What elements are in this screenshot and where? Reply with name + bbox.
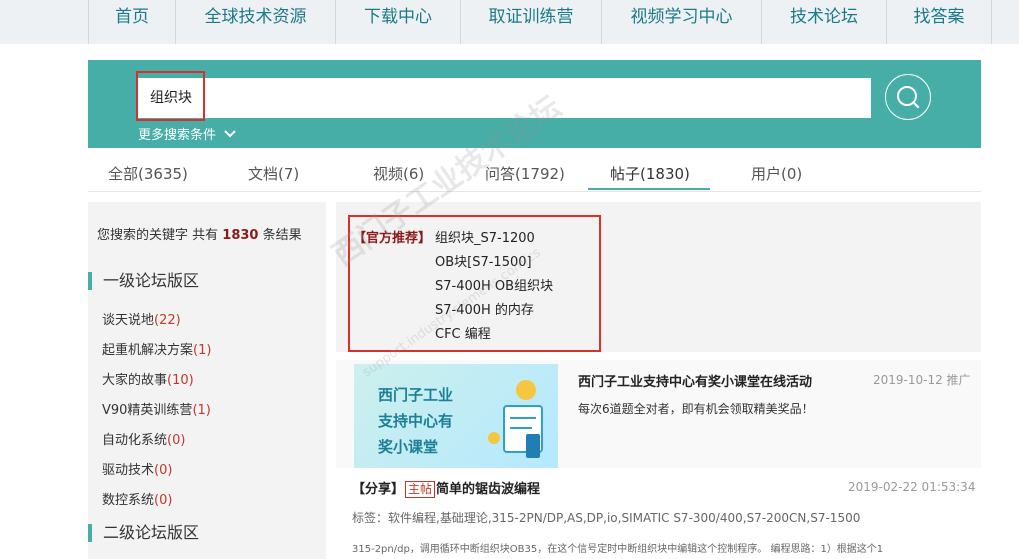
promo-image-text: 奖小课堂 <box>378 438 439 456</box>
sidebar: 您搜索的关键字 共有 1830 条结果 一级论坛版区 谈天说地(22) 起重机解… <box>88 202 326 559</box>
forum-name: 数控系统 <box>102 493 155 508</box>
nav-divider <box>991 0 992 44</box>
forum-count: (22) <box>154 313 181 328</box>
top-navigation: 首页 全球技术资源 下载中心 取证训练营 视频学习中心 技术论坛 找答案 <box>0 0 1019 44</box>
search-input[interactable] <box>138 78 871 118</box>
forum-count: (1) <box>193 343 212 358</box>
forum-name: V90精英训练营 <box>102 403 193 418</box>
forum-count: (0) <box>167 433 186 448</box>
post-title-text: 简单的锯齿波编程 <box>436 482 541 497</box>
post-badge: 主帖 <box>405 481 436 498</box>
nav-item-global-resources[interactable]: 全球技术资源 <box>176 0 335 44</box>
forum-count: (0) <box>154 493 173 508</box>
forum-item[interactable]: 数控系统(0) <box>102 489 172 508</box>
more-conditions-label: 更多搜索条件 <box>138 128 217 143</box>
nav-item-answers[interactable]: 找答案 <box>887 0 991 44</box>
forum-name: 谈天说地 <box>102 313 155 328</box>
post-date: 2019-02-22 01:53:34 <box>848 480 976 494</box>
post-prefix: 【分享】 <box>352 482 405 497</box>
tab-all[interactable]: 全部(3635) <box>108 163 188 184</box>
post-title[interactable]: 【分享】 主帖 简单的锯齿波编程 <box>352 478 540 498</box>
search-highlight-box <box>136 71 205 121</box>
summary-suffix: 条结果 <box>262 228 302 243</box>
section-title-level1: 一级论坛版区 <box>88 272 199 290</box>
promo-item: 西门子工业 支持中心有 奖小课堂 西门子工业支持中心有奖小课堂在线活动 2019… <box>336 360 981 468</box>
promo-description: 每次6道题全对者，即有机会领取精美奖品！ <box>578 402 814 416</box>
promo-illustration <box>488 380 543 458</box>
search-icon <box>897 86 920 109</box>
nav-item-forum[interactable]: 技术论坛 <box>762 0 886 44</box>
post-snippet: 315-2pn/dp，调用循环中断组织块OB35，在这个信号定时中断组织块中编辑… <box>352 544 884 555</box>
forum-name: 起重机解决方案 <box>102 343 194 358</box>
summary-prefix: 您搜索的关键字 共有 <box>97 228 219 243</box>
tab-users[interactable]: 用户(0) <box>751 163 802 184</box>
chevron-down-icon <box>224 130 236 138</box>
more-search-conditions[interactable]: 更多搜索条件 <box>138 124 237 143</box>
forum-count: (10) <box>167 373 194 388</box>
section-title-level2: 二级论坛版区 <box>88 524 199 542</box>
nav-item-training[interactable]: 取证训练营 <box>461 0 601 44</box>
forum-name: 大家的故事 <box>102 373 168 388</box>
nav-item-home[interactable]: 首页 <box>89 0 175 44</box>
promo-title[interactable]: 西门子工业支持中心有奖小课堂在线活动 <box>578 371 812 390</box>
promo-image-text: 西门子工业 <box>378 386 454 404</box>
promo-image-text: 支持中心有 <box>378 412 454 430</box>
forum-item[interactable]: 大家的故事(10) <box>102 369 194 388</box>
result-tabs: 全部(3635) 文档(7) 视频(6) 问答(1792) 帖子(1830) 用… <box>88 150 981 192</box>
tab-posts[interactable]: 帖子(1830) <box>610 163 690 184</box>
forum-item[interactable]: 驱动技术(0) <box>102 459 172 478</box>
nav-item-download[interactable]: 下载中心 <box>336 0 460 44</box>
post-tags: 标签：软件编程,基础理论,315-2PN/DP,AS,DP,io,SIMATIC… <box>352 511 861 525</box>
nav-item-video[interactable]: 视频学习中心 <box>602 0 761 44</box>
active-tab-indicator <box>588 188 710 190</box>
promo-banner-image[interactable]: 西门子工业 支持中心有 奖小课堂 <box>354 364 558 468</box>
forum-name: 驱动技术 <box>102 463 155 478</box>
forum-item[interactable]: 自动化系统(0) <box>102 429 185 448</box>
forum-count: (0) <box>154 463 173 478</box>
tab-qa[interactable]: 问答(1792) <box>485 163 565 184</box>
tab-documents[interactable]: 文档(7) <box>248 163 299 184</box>
promo-date: 2019-10-12 推广 <box>873 373 971 387</box>
forum-count: (1) <box>192 403 211 418</box>
forum-item[interactable]: 起重机解决方案(1) <box>102 339 211 358</box>
recommend-highlight-box <box>348 215 601 352</box>
forum-item[interactable]: 谈天说地(22) <box>102 309 181 328</box>
forum-item[interactable]: V90精英训练营(1) <box>102 399 211 418</box>
result-summary: 您搜索的关键字 共有 1830 条结果 <box>97 224 302 243</box>
tab-videos[interactable]: 视频(6) <box>373 163 424 184</box>
search-band: 更多搜索条件 <box>88 60 981 148</box>
summary-count: 1830 <box>222 228 259 243</box>
forum-name: 自动化系统 <box>102 433 168 448</box>
search-button[interactable] <box>885 74 931 120</box>
